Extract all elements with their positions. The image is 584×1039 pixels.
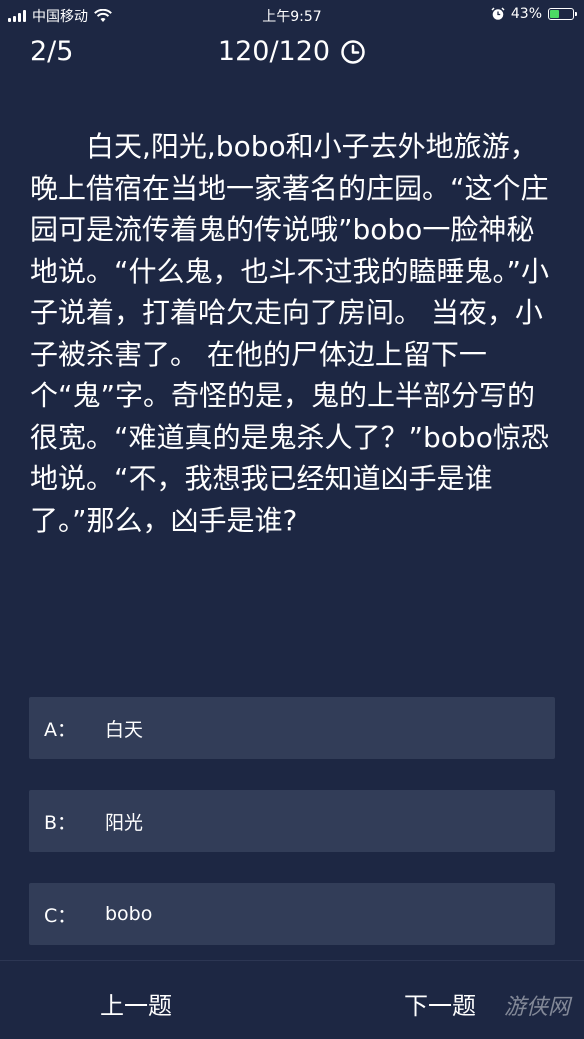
option-text: bobo [105,903,153,925]
status-bar: 中国移动 上午9:57 43% [0,0,584,30]
alarm-icon [491,7,505,20]
bottom-navigation: 上一题 下一题 游侠网 [0,960,584,1039]
option-b[interactable]: B： 阳光 [29,790,555,852]
option-letter: B： [44,811,77,834]
next-question-button[interactable]: 下一题 [404,986,476,1021]
battery-fill [550,10,560,18]
option-c[interactable]: C： bobo [29,883,555,945]
option-a[interactable]: A： 白天 [29,697,555,759]
option-letter: A： [44,718,76,741]
quiz-header: 2/5 120/120 [0,32,584,76]
option-text: 阳光 [105,811,144,834]
option-text: 白天 [105,718,144,741]
timer: 120/120 [0,36,584,67]
battery-percent: 43% [510,6,542,22]
timer-value: 120/120 [217,36,331,67]
previous-question-button[interactable]: 上一题 [100,986,172,1021]
option-letter: C： [44,904,77,927]
clock-icon [341,39,365,64]
question-text: 白天,阳光,bobo和小子去外地旅游，晚上借宿在当地一家著名的庄园。“这个庄园可… [30,130,550,537]
battery-icon [548,8,577,20]
watermark-logo: 游侠网 [503,995,570,1020]
answer-options: A： 白天 B： 阳光 C： bobo [29,697,555,976]
status-right: 43% [491,6,577,22]
